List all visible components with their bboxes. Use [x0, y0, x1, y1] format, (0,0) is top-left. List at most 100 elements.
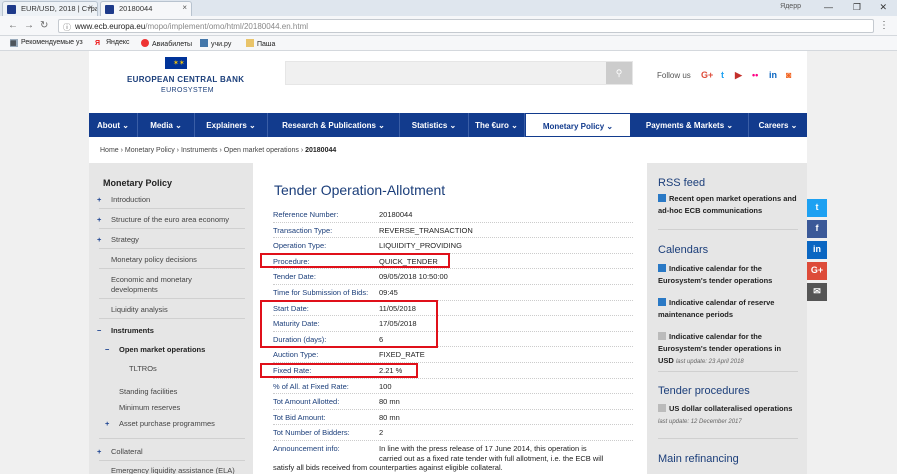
nav-the-euro[interactable]: The €uro ⌄ [469, 113, 525, 137]
browser-tab-2[interactable]: 20180044 × [100, 1, 192, 16]
table-row: % of All. at Fixed Rate: 100 [273, 379, 633, 395]
ecb-favicon [105, 5, 114, 14]
sidebar-item-collateral[interactable]: Collateral [97, 447, 143, 456]
browser-tabbar: EUR/USD, 2018 | Страни × 20180044 × Ядер… [0, 0, 897, 16]
rss-icon[interactable]: ◙ [786, 70, 791, 80]
main-navigation: About ⌄ Media ⌄ Explainers ⌄ Research & … [89, 113, 807, 137]
document-icon [658, 404, 666, 412]
sidebar-title: Monetary Policy [103, 178, 173, 188]
highlight-fixed-rate [260, 363, 418, 378]
sidebar-item-structure[interactable]: Structure of the euro area economy [97, 215, 229, 224]
page-title: Tender Operation-Allotment [274, 182, 446, 198]
sidebar-item-developments[interactable]: Economic and monetary developments [111, 275, 231, 295]
share-email-button[interactable]: ✉ [807, 283, 827, 301]
sidebar-item-tltros[interactable]: TLTROs [129, 364, 157, 373]
nav-careers[interactable]: Careers ⌄ [749, 113, 807, 137]
sidebar-item-liquidity[interactable]: Liquidity analysis [111, 305, 168, 314]
close-tab-icon[interactable]: × [88, 3, 93, 12]
follow-us-label: Follow us [657, 71, 691, 80]
table-row: Operation Type: LIQUIDITY_PROVIDING [273, 238, 633, 254]
sidebar-item-standing-facilities[interactable]: Standing facilities [119, 387, 177, 396]
close-window-icon[interactable]: ✕ [879, 2, 887, 13]
table-row: Transaction Type: REVERSE_TRANSACTION [273, 223, 633, 239]
announcement-text: In line with the press release of 17 Jun… [379, 444, 604, 463]
announcement-text-continued: satisfy all bids received from counterpa… [273, 463, 503, 472]
bookmark-recommended[interactable]: ▦ Рекомендуемые уз [10, 39, 83, 47]
nav-research-publications[interactable]: Research & Publications ⌄ [268, 113, 400, 137]
bookmark-uchiru[interactable]: учи.ру [200, 39, 231, 48]
bookmark-yandex[interactable]: Я Яндекс [95, 39, 130, 48]
stars-icon: ✶✶ [173, 60, 185, 67]
main-content: Tender Operation-Allotment Reference Num… [260, 163, 641, 474]
rss-title: RSS feed [658, 177, 706, 189]
table-row: Time for Submission of Bids: 09:45 [273, 285, 633, 301]
sidebar-item-open-market-operations[interactable]: Open market operations [105, 345, 205, 354]
left-sidebar: Monetary Policy Introduction Structure o… [89, 163, 253, 474]
breadcrumb-instruments[interactable]: Instruments [181, 147, 218, 154]
main-refinancing-title: Main refinancing [658, 453, 739, 465]
breadcrumb-home[interactable]: Home [100, 147, 119, 154]
table-row: Tender Date: 09/05/2018 10:50:00 [273, 269, 633, 285]
sidebar-item-ela[interactable]: Emergency liquidity assistance (ELA) [111, 466, 235, 474]
linkedin-icon[interactable]: in [769, 70, 777, 80]
browser-menu-icon[interactable]: ⋮ [879, 20, 889, 31]
sidebar-item-decisions[interactable]: Monetary policy decisions [111, 255, 197, 264]
table-row: Tot Amount Allotted: 80 mn [273, 394, 633, 410]
nav-explainers[interactable]: Explainers ⌄ [195, 113, 268, 137]
share-googleplus-button[interactable]: G+ [807, 262, 827, 280]
share-twitter-button[interactable]: t [807, 199, 827, 217]
googleplus-icon[interactable]: G+ [701, 70, 713, 80]
breadcrumb-monetary-policy[interactable]: Monetary Policy [125, 147, 175, 154]
page-info-icon[interactable]: ⓘ [63, 22, 71, 33]
url-input[interactable]: ⓘ www.ecb.europa.eu/mopo/implement/omo/h… [58, 19, 874, 33]
bookmark-aviabilety[interactable]: Авиабилеты [141, 39, 192, 48]
minimize-icon[interactable]: — [824, 2, 833, 12]
arrow-icon [658, 298, 666, 306]
back-icon[interactable]: ← [8, 20, 18, 31]
close-tab-icon[interactable]: × [182, 3, 187, 12]
sidebar-item-strategy[interactable]: Strategy [97, 235, 139, 244]
table-row: Reference Number: 20180044 [273, 207, 633, 223]
table-row: Tot Number of Bidders: 2 [273, 425, 633, 441]
sidebar-item-introduction[interactable]: Introduction [97, 195, 150, 204]
forward-icon[interactable]: → [24, 20, 34, 31]
document-icon [658, 332, 666, 340]
highlight-dates-duration [260, 300, 438, 348]
ecb-page: ✶✶ EUROPEAN CENTRAL BANK EUROSYSTEM ⚲ Fo… [89, 51, 807, 474]
breadcrumb-current: 20180044 [305, 147, 337, 154]
flickr-icon[interactable]: •• [752, 70, 758, 80]
nav-payments-markets[interactable]: Payments & Markets ⌄ [631, 113, 749, 137]
sidebar-item-asset-purchase[interactable]: Asset purchase programmes [105, 419, 215, 428]
sidebar-item-instruments[interactable]: Instruments [97, 326, 154, 335]
nav-about[interactable]: About ⌄ [89, 113, 138, 137]
ecb-favicon [7, 5, 16, 14]
calendar-link-reserve[interactable]: Indicative calendar of reserve maintenan… [658, 297, 798, 321]
share-linkedin-button[interactable]: in [807, 241, 827, 259]
nav-monetary-policy[interactable]: Monetary Policy ⌄ [525, 113, 631, 137]
youtube-icon[interactable]: ▶ [735, 70, 742, 81]
sidebar-item-minimum-reserves[interactable]: Minimum reserves [119, 403, 180, 412]
share-facebook-button[interactable]: f [807, 220, 827, 238]
browser-tab-1[interactable]: EUR/USD, 2018 | Страни × [2, 1, 98, 16]
calendars-title: Calendars [658, 244, 709, 256]
address-bar: ← → ↻ ⓘ www.ecb.europa.eu/mopo/implement… [0, 16, 897, 36]
browser-user-label[interactable]: Ядерр [780, 3, 801, 10]
breadcrumb-open-market-operations[interactable]: Open market operations [224, 147, 299, 154]
rss-icon [658, 194, 666, 202]
reload-icon[interactable]: ↻ [40, 20, 48, 31]
table-row: Tot Bid Amount: 80 mn [273, 410, 633, 426]
bookmark-pasha[interactable]: Паша [246, 39, 275, 48]
rss-link[interactable]: Recent open market operations and ad-hoc… [658, 193, 798, 217]
twitter-icon[interactable]: t [721, 70, 724, 80]
calendar-link-usd[interactable]: Indicative calendar for the Eurosystem's… [658, 331, 798, 368]
nav-statistics[interactable]: Statistics ⌄ [400, 113, 469, 137]
search-icon[interactable]: ⚲ [606, 62, 632, 84]
tender-procedures-link[interactable]: US dollar collateralised operations last… [658, 403, 798, 428]
bookmarks-bar: ▦ Рекомендуемые уз Я Яндекс Авиабилеты учи… [0, 36, 897, 51]
highlight-procedure [260, 253, 450, 268]
site-search-input[interactable]: ⚲ [285, 61, 633, 85]
arrow-icon [658, 264, 666, 272]
nav-media[interactable]: Media ⌄ [138, 113, 195, 137]
maximize-icon[interactable]: ❐ [853, 2, 861, 13]
calendar-link-tender[interactable]: Indicative calendar for the Eurosystem's… [658, 263, 798, 287]
